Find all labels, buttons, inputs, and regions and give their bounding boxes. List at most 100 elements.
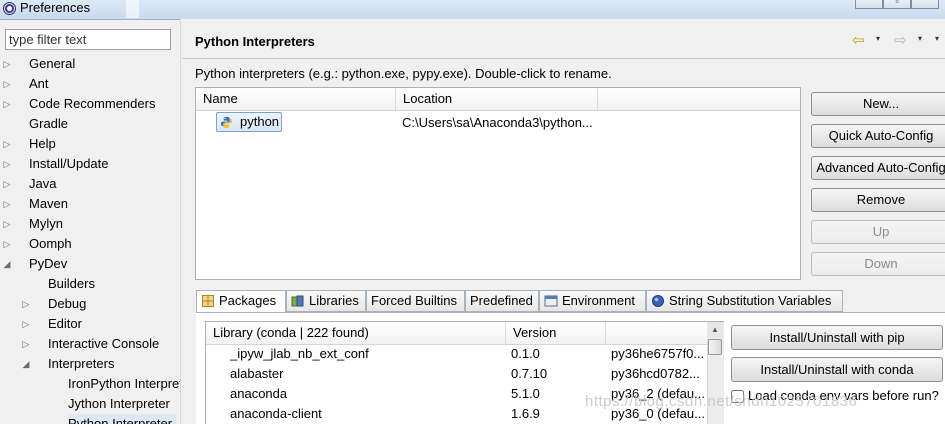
tree-item[interactable]: ▷ Ant	[0, 74, 180, 94]
tree-item-label: Gradle	[29, 116, 69, 131]
package-version: 1.6.9	[511, 406, 540, 421]
interpreter-name: python	[240, 114, 280, 129]
collapse-twisty-icon[interactable]: ◢	[21, 354, 31, 374]
tree-item-label: Jython Interpreter	[68, 396, 170, 411]
tree-item[interactable]: Python Interpreter	[0, 414, 180, 424]
expand-twisty-icon[interactable]: ▷	[21, 314, 31, 334]
pane-splitter[interactable]	[180, 19, 183, 424]
expand-twisty-icon[interactable]: ▷	[2, 214, 12, 234]
column-header-version[interactable]: Version	[506, 322, 606, 344]
tab-label: Packages	[219, 293, 277, 308]
tree-item-label: Interactive Console	[48, 336, 160, 351]
minimize-button[interactable]	[855, 0, 883, 9]
tree-item[interactable]: ▷ Debug	[0, 294, 180, 314]
tree-item[interactable]: ▷ Help	[0, 134, 180, 154]
package-build: py36hcd0782...	[611, 366, 700, 381]
expand-twisty-icon[interactable]: ▷	[2, 74, 12, 94]
tree-item[interactable]: ◢ PyDev	[0, 254, 180, 274]
collapse-twisty-icon[interactable]: ◢	[2, 254, 12, 274]
expand-twisty-icon[interactable]: ▷	[2, 94, 12, 114]
package-name: anaconda-client	[230, 406, 322, 421]
tree-item[interactable]: Jython Interpreter	[0, 394, 180, 414]
packages-icon	[202, 295, 214, 307]
tree-item-label: Mylyn	[29, 216, 63, 231]
tree-item[interactable]: ▷ Code Recommenders	[0, 94, 180, 114]
tree-item[interactable]: ▷ Editor	[0, 314, 180, 334]
page-title: Python Interpreters	[195, 34, 315, 49]
forward-menu-chevron-icon[interactable]: ▾	[918, 34, 922, 43]
tree-item-label: PyDev	[29, 256, 68, 271]
expand-twisty-icon[interactable]: ▷	[2, 154, 12, 174]
tab-environment[interactable]: Environment	[539, 290, 646, 312]
tab-libraries[interactable]: Libraries	[286, 290, 366, 312]
quick-auto-config-button[interactable]: Quick Auto-Config	[811, 124, 945, 148]
tree-item[interactable]: ▷ General	[0, 54, 180, 74]
tree-item-label: Interpreters	[48, 356, 115, 371]
tab-packages[interactable]: Packages	[196, 290, 286, 313]
expand-twisty-icon[interactable]: ▷	[2, 54, 12, 74]
column-header-library[interactable]: Library (conda | 222 found)	[206, 322, 506, 344]
expand-twisty-icon[interactable]: ▷	[2, 234, 12, 254]
install-conda-button[interactable]: Install/Uninstall with conda	[731, 357, 943, 382]
forward-arrow-icon[interactable]: ⇨	[894, 31, 907, 49]
tree-item-label: Editor	[48, 316, 82, 331]
interpreter-selection[interactable]: python	[216, 112, 282, 132]
package-row[interactable]: _ipyw_jlab_nb_ext_conf 0.1.0 py36he6757f…	[206, 344, 723, 364]
package-version: 0.1.0	[511, 346, 540, 361]
tree-item[interactable]: Builders	[0, 274, 180, 294]
tree-item[interactable]: ▷ Oomph	[0, 234, 180, 254]
filter-input[interactable]	[5, 29, 171, 50]
tree-item[interactable]: ◢ Interpreters	[0, 354, 180, 374]
advanced-auto-config-button[interactable]: Advanced Auto-Config	[811, 156, 945, 180]
tab-forced-builtins[interactable]: Forced Builtins	[366, 290, 465, 312]
package-name: alabaster	[230, 366, 284, 381]
down-button[interactable]: Down	[811, 252, 945, 276]
tab-label: Forced Builtins	[371, 293, 457, 308]
tab-label: Libraries	[309, 293, 359, 308]
tree-item[interactable]: ▷ Interactive Console	[0, 334, 180, 354]
tree-item[interactable]: IronPython Interpreter	[0, 374, 180, 394]
tree-item[interactable]: ▷ Install/Update	[0, 154, 180, 174]
environment-icon	[544, 295, 558, 307]
expand-twisty-icon[interactable]: ▷	[2, 174, 12, 194]
interpreter-location: C:\Users\sa\Anaconda3\python...	[402, 115, 593, 130]
back-arrow-icon[interactable]: ⇦	[852, 31, 865, 49]
up-button[interactable]: Up	[811, 220, 945, 244]
expand-twisty-icon[interactable]: ▷	[2, 134, 12, 154]
package-row[interactable]: alabaster 0.7.10 py36hcd0782...	[206, 364, 723, 384]
expand-twisty-icon[interactable]: ▷	[2, 194, 12, 214]
remove-button[interactable]: Remove	[811, 188, 945, 212]
tab-label: Environment	[562, 293, 635, 308]
new-interpreter-button[interactable]: New...	[811, 92, 945, 116]
window-title: Preferences	[20, 0, 91, 15]
maximize-button[interactable]: ▫	[883, 0, 911, 9]
expand-twisty-icon[interactable]: ▷	[21, 334, 31, 354]
tab-predefined[interactable]: Predefined	[465, 290, 539, 312]
view-menu-chevron-icon[interactable]: ▾	[935, 34, 939, 43]
package-name: anaconda	[230, 386, 288, 401]
tab-string-substitution-variables[interactable]: String Substitution Variables	[646, 290, 843, 312]
tree-item[interactable]: ▷ Maven	[0, 194, 180, 214]
variables-icon	[652, 295, 664, 307]
tree-item-label: Maven	[29, 196, 69, 211]
tree-item-label: Builders	[48, 276, 95, 291]
column-header-location[interactable]: Location	[396, 88, 598, 110]
column-header-name[interactable]: Name	[196, 88, 396, 110]
tree-item[interactable]: ▷ Mylyn	[0, 214, 180, 234]
tree-item[interactable]: ▷ Java	[0, 174, 180, 194]
close-button[interactable]	[911, 0, 939, 9]
tree-item-label: General	[29, 56, 76, 71]
tree-item-label: Ant	[29, 76, 49, 91]
tree-item[interactable]: Gradle	[0, 114, 180, 134]
install-pip-button[interactable]: Install/Uninstall with pip	[731, 325, 943, 350]
tree-item-label: Debug	[48, 296, 87, 311]
expand-twisty-icon[interactable]: ▷	[21, 294, 31, 314]
back-menu-chevron-icon[interactable]: ▾	[876, 34, 880, 43]
scroll-up-arrow-icon[interactable]: ▲	[707, 322, 723, 338]
header-separator	[182, 58, 945, 59]
tree-item-label: Install/Update	[29, 156, 109, 171]
scrollbar-thumb[interactable]	[708, 339, 722, 355]
interpreters-table[interactable]: Name Location python C:\Users\sa\Anacond…	[195, 87, 801, 280]
interpreter-info-tabs: Packages Libraries Forced Builtins Prede…	[196, 290, 945, 313]
preference-tree: ▷ General ▷ Ant ▷ Code Recommenders Gradle ▷ Hel…	[0, 54, 180, 424]
